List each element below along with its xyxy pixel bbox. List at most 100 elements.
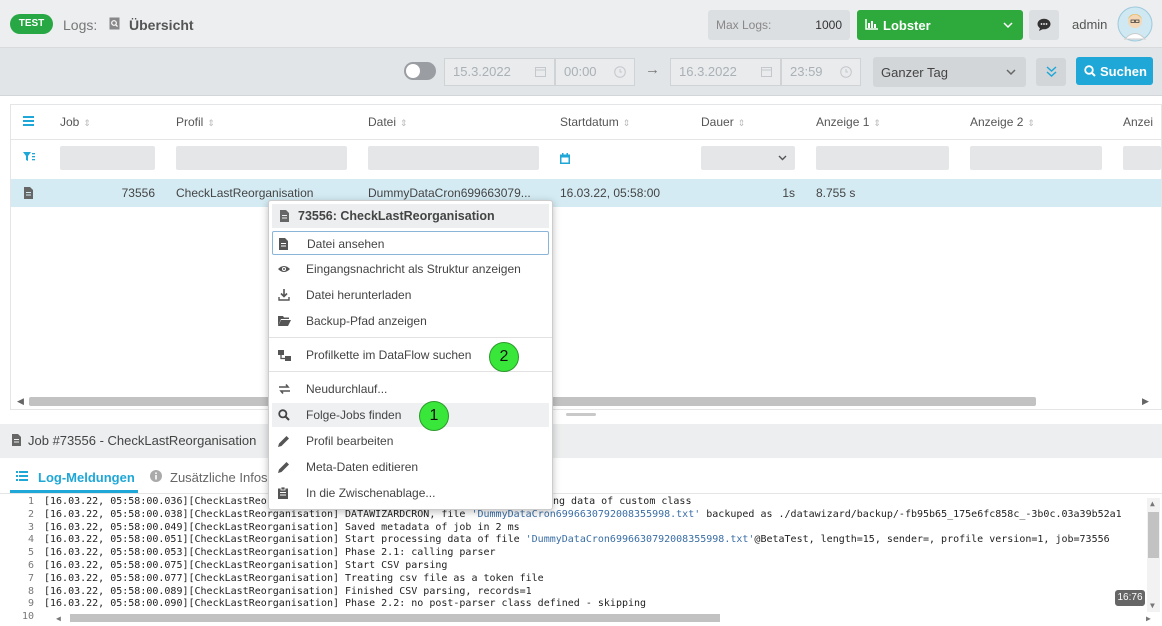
time-to-input[interactable]: 23:59 [781, 58, 861, 86]
log-line-number: 10 [21, 611, 34, 623]
menu-item-profil-bearbeiten[interactable]: Profil bearbeiten [272, 429, 549, 453]
date-from-value: 15.3.2022 [453, 64, 511, 79]
header-job[interactable]: Job ⇕ [60, 105, 91, 139]
details-tabs: Log-Meldungen Zusätzliche Infos [0, 458, 1162, 494]
log-text-part: [16.03.22, 05:58:00.077][CheckLastReorga… [44, 572, 544, 584]
date-to-input[interactable]: 16.3.2022 [670, 58, 781, 86]
filter-icon[interactable] [23, 152, 35, 162]
log-horizontal-scrollbar[interactable]: ◀ ▶ [44, 612, 1160, 624]
cell-anzeige-1: 8.755 s [816, 186, 856, 200]
filter-datei-input[interactable] [368, 146, 539, 170]
header-anzeige-1[interactable]: Anzeige 1 ⇕ [816, 105, 881, 139]
env-badge: TEST [10, 14, 53, 34]
step-marker-2: 2 [489, 342, 519, 372]
time-to-value: 23:59 [790, 64, 823, 79]
log-scrollbar-thumb[interactable] [1148, 512, 1159, 558]
scroll-right-icon[interactable]: ▶ [1142, 396, 1149, 407]
menu-item-zwischenablage[interactable]: In die Zwischenablage... [272, 481, 549, 505]
cell-startdatum: 16.03.22, 05:58:00 [560, 186, 661, 200]
job-title: Job #73556 - CheckLastReorganisation [28, 433, 257, 448]
menu-separator [269, 371, 552, 372]
scroll-right-icon[interactable]: ▶ [1146, 613, 1151, 626]
chart-icon [865, 19, 878, 30]
log-line-text: [16.03.22, 05:58:00.075][CheckLastReorga… [44, 560, 447, 573]
filter-anzeige-1-input[interactable] [816, 146, 949, 170]
header-anzeige-3[interactable]: Anzei [1123, 105, 1161, 139]
max-logs-field[interactable]: Max Logs: 1000 [708, 10, 850, 40]
expand-filters-button[interactable] [1036, 58, 1066, 86]
time-from-value: 00:00 [564, 64, 597, 79]
header-startdatum[interactable]: Startdatum ⇕ [560, 105, 630, 139]
menu-separator [269, 337, 552, 338]
log-text-part: [16.03.22, 05:58:00.053][CheckLastReorga… [44, 547, 496, 559]
toggle-knob [406, 64, 420, 78]
tab-log-meldungen[interactable]: Log-Meldungen [10, 458, 138, 493]
toggle-switch[interactable] [404, 62, 436, 80]
header-datei[interactable]: Datei ⇕ [368, 105, 408, 139]
chat-button[interactable] [1029, 10, 1059, 40]
menu-item-struktur-anzeigen[interactable]: Eingangsnachricht als Struktur anzeigen [272, 257, 549, 281]
menu-item-folge-jobs-finden[interactable]: Folge-Jobs finden [272, 403, 549, 427]
info-icon [150, 470, 162, 482]
log-text-part: @BetaTest, length=15, sender=, profile v… [754, 534, 1110, 546]
search-icon [278, 409, 290, 421]
search-button[interactable]: Suchen [1076, 57, 1153, 85]
horizontal-scrollbar[interactable]: ◀ ▶ [11, 394, 1161, 409]
scroll-down-icon[interactable]: ▼ [1150, 600, 1155, 613]
scroll-up-icon[interactable]: ▲ [1150, 498, 1155, 511]
log-text-part: [16.03.22, 05:58:00.049][CheckLastReorga… [44, 521, 520, 533]
filter-anzeige-3-input[interactable] [1123, 146, 1161, 170]
scroll-left-icon[interactable]: ◀ [56, 613, 61, 626]
log-line-number: 6 [27, 560, 34, 571]
retry-icon [278, 383, 291, 395]
range-select[interactable]: Ganzer Tag [873, 57, 1026, 87]
breadcrumb-prefix: Logs: [63, 17, 98, 33]
filter-anzeige-2-input[interactable] [970, 146, 1102, 170]
document-icon [279, 238, 288, 250]
log-line-tail: ng data of custom class [553, 496, 692, 507]
user-name[interactable]: admin [1072, 17, 1107, 32]
header-dauer[interactable]: Dauer ⇕ [701, 105, 745, 139]
log-view[interactable]: 1 [16.03.22, 05:58:00.036][CheckLastReo ng… [10, 494, 1162, 626]
log-string-part: 'DummyDataCron6996630792008355998.txt' [525, 534, 755, 546]
menu-item-meta-daten-editieren[interactable]: Meta-Daten editieren [272, 455, 549, 479]
scroll-left-icon[interactable]: ◀ [17, 396, 24, 407]
filter-dauer-select[interactable] [701, 146, 795, 170]
log-line-number: 5 [27, 547, 34, 559]
cell-dauer: 1s [782, 186, 795, 200]
resize-handle[interactable] [566, 413, 596, 416]
menu-item-datei-ansehen[interactable]: Datei ansehen [272, 231, 549, 255]
max-logs-value[interactable]: 1000 [815, 18, 842, 32]
log-vertical-scrollbar[interactable]: ▲ ▼ [1147, 498, 1160, 612]
log-line-text: [16.03.22, 05:58:00.038][CheckLastReorga… [44, 509, 1122, 522]
menu-icon[interactable] [23, 116, 34, 126]
pencil-icon [278, 461, 290, 473]
date-from-input[interactable]: 15.3.2022 [444, 58, 555, 86]
calendar-icon [535, 66, 546, 77]
tab-zusaetzliche-infos[interactable]: Zusätzliche Infos [150, 458, 270, 493]
log-text-part: backuped as ./datawizard/backup/-fb95b65… [700, 508, 1122, 520]
range-select-value: Ganzer Tag [881, 65, 948, 80]
filter-job-input[interactable] [60, 146, 155, 170]
pencil-icon [278, 435, 290, 447]
calendar-icon[interactable] [560, 153, 570, 164]
tab-info-label: Zusätzliche Infos [170, 470, 268, 485]
step-marker-1: 1 [419, 401, 449, 431]
header-anzeige-2[interactable]: Anzeige 2 ⇕ [970, 105, 1035, 139]
context-menu-header: 73556: CheckLastReorganisation [272, 204, 549, 228]
menu-item-datei-herunterladen[interactable]: Datei herunterladen [272, 283, 549, 307]
log-line-number: 9 [27, 598, 34, 610]
header-profil[interactable]: Profil ⇕ [176, 105, 215, 139]
menu-item-backup-pfad[interactable]: Backup-Pfad anzeigen [272, 309, 549, 333]
log-hscroll-thumb[interactable] [70, 614, 720, 622]
double-chevron-down-icon [1046, 66, 1057, 77]
jobs-grid: Job ⇕ Profil ⇕ Datei ⇕ Startdatum ⇕ Dauer ⇕ A… [10, 104, 1162, 410]
filter-profil-input[interactable] [176, 146, 347, 170]
avatar[interactable] [1117, 6, 1153, 42]
log-text-part: [16.03.22, 05:58:00.038][CheckLastReorga… [44, 508, 472, 520]
time-from-input[interactable]: 00:00 [555, 58, 635, 86]
profile-select-value: Lobster [883, 18, 931, 33]
menu-item-neudurchlauf[interactable]: Neudurchlauf... [272, 377, 549, 401]
table-row[interactable]: 73556 CheckLastReorganisation DummyDataC… [11, 179, 1161, 207]
profile-select[interactable]: Lobster [857, 10, 1023, 40]
